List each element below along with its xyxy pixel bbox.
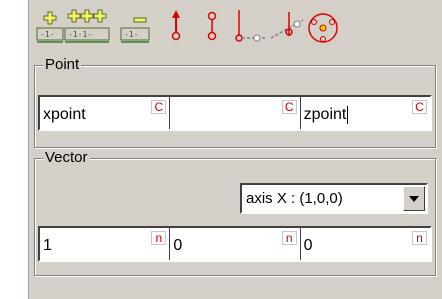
point-group: Point xpoint C C zpoint C (34, 56, 436, 148)
axis-button[interactable] (229, 6, 269, 50)
vector-y-value: 0 (173, 237, 183, 254)
text-caret (347, 106, 349, 124)
vector-group-title: Vector (43, 149, 90, 167)
remove-point-icon: -1- (120, 17, 150, 43)
chevron-down-icon[interactable] (403, 186, 425, 211)
vector-z-value: 0 (303, 237, 313, 254)
numeric-badge[interactable]: n (281, 231, 297, 245)
properties-panel: -1- -1-1- -1- Point xpoint C C zpoint C … (28, 0, 442, 299)
axis-select[interactable]: axis X : (1,0,0) (240, 183, 428, 214)
remove-point-button[interactable]: -1- (119, 6, 153, 50)
vector-x-value: 1 (43, 237, 52, 254)
point-ring-button[interactable] (201, 6, 223, 50)
point-x-value: xpoint (43, 106, 86, 123)
axis-icon (235, 10, 265, 42)
axis-multi-icon (270, 12, 304, 39)
vector-y-field[interactable]: 0 n (170, 228, 301, 260)
add-point-button[interactable]: -1- (35, 6, 65, 50)
numeric-badge[interactable]: n (411, 231, 427, 245)
constant-badge[interactable]: C (411, 100, 427, 114)
numeric-badge[interactable]: n (151, 231, 167, 245)
add-multiple-points-icon: -1-1- (64, 9, 110, 43)
point-fields: xpoint C C zpoint C (38, 95, 432, 131)
point-red-button[interactable] (165, 6, 187, 50)
constant-badge[interactable]: C (151, 100, 167, 114)
axis-select-value: axis X : (1,0,0) (246, 190, 343, 207)
vector-z-field[interactable]: 0 n (301, 228, 430, 260)
vector-x-field[interactable]: 1 n (40, 228, 171, 260)
vector-group: Vector axis X : (1,0,0) 1 n 0 n 0 n (34, 149, 436, 276)
axis-multi-button[interactable] (269, 6, 305, 50)
add-point-icon: -1- (36, 11, 64, 43)
svg-text:-1-1-: -1-1- (68, 30, 92, 39)
toolbar: -1- -1-1- -1- (29, 0, 442, 60)
point-arrow-icon (171, 10, 181, 41)
point-x-field[interactable]: xpoint C (40, 97, 171, 129)
circle-points-icon (308, 13, 338, 43)
svg-text:-1-: -1- (124, 30, 138, 39)
point-z-field[interactable]: zpoint C (301, 97, 430, 129)
point-z-text: zpoint (304, 106, 349, 124)
svg-text:-1-: -1- (40, 30, 54, 39)
constant-badge[interactable]: C (281, 100, 297, 114)
point-ring-icon (207, 11, 217, 41)
point-y-field[interactable]: C (170, 97, 301, 129)
point-z-value: zpoint (303, 106, 347, 123)
vector-fields: 1 n 0 n 0 n (38, 226, 432, 262)
add-multiple-points-button[interactable]: -1-1- (63, 6, 113, 50)
circle-points-button[interactable] (305, 6, 341, 50)
point-group-title: Point (43, 56, 82, 74)
